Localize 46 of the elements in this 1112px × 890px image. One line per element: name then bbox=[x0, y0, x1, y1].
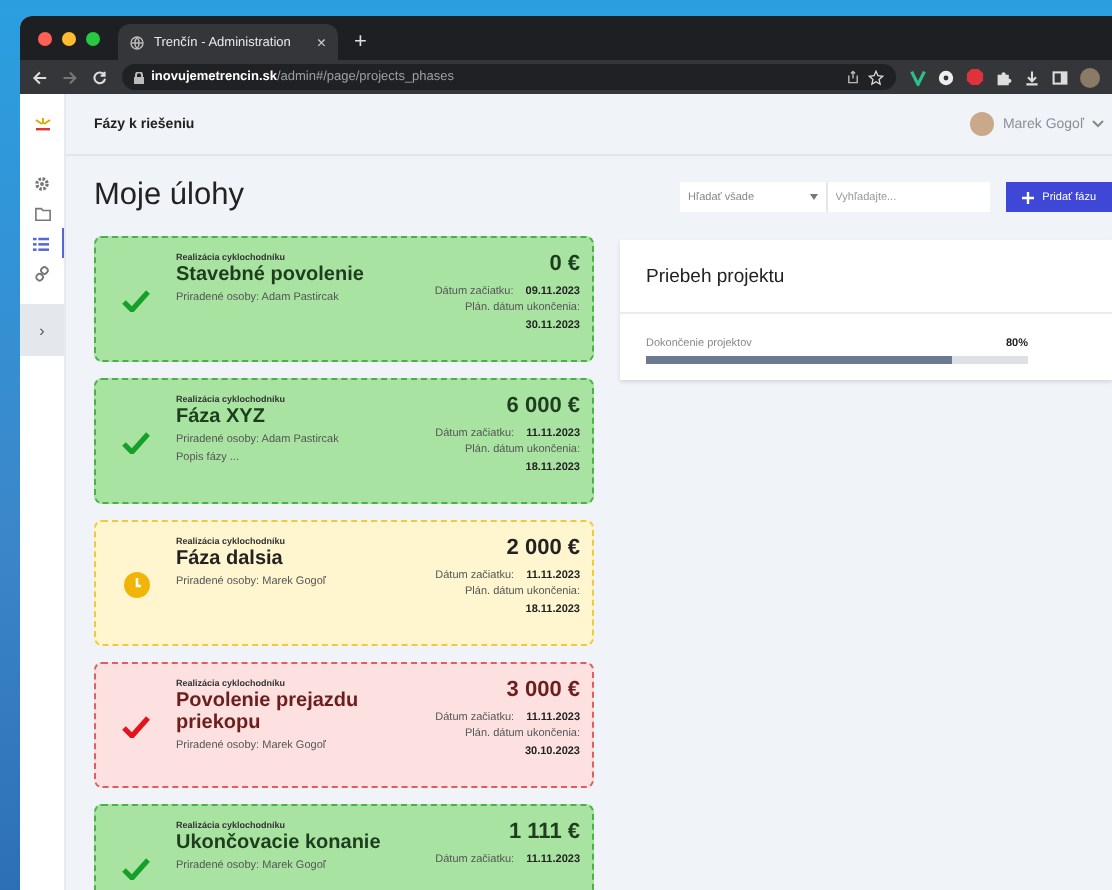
check-icon bbox=[122, 857, 150, 879]
link-icon[interactable] bbox=[34, 265, 50, 281]
globe-icon bbox=[130, 35, 144, 49]
phase-amount: 2 000 € bbox=[506, 536, 580, 560]
phase-amount: 1 111 € bbox=[509, 820, 580, 844]
minimize-window-icon[interactable] bbox=[62, 32, 76, 46]
clock-icon bbox=[123, 571, 149, 597]
download-icon[interactable] bbox=[1023, 69, 1040, 85]
close-window-icon[interactable] bbox=[38, 32, 52, 46]
phase-title: Ukončovacie konanie bbox=[176, 832, 383, 854]
phase-title: Stavebné povolenie bbox=[176, 264, 366, 286]
plus-icon bbox=[1022, 191, 1035, 203]
phase-title: Fáza XYZ bbox=[176, 406, 267, 428]
page-title: Moje úlohy bbox=[94, 178, 246, 214]
lock-icon bbox=[133, 71, 144, 83]
check-icon bbox=[122, 289, 150, 311]
panel-title: Priebeh projektu bbox=[620, 240, 1112, 314]
forward-icon[interactable] bbox=[61, 69, 78, 85]
phase-amount: 3 000 € bbox=[506, 678, 580, 702]
gear-icon[interactable] bbox=[34, 175, 50, 191]
chevron-down-icon bbox=[1092, 120, 1104, 128]
maximize-window-icon[interactable] bbox=[86, 32, 100, 46]
phase-title: Fáza dalsia bbox=[176, 548, 285, 570]
user-avatar bbox=[970, 112, 995, 136]
profile-avatar[interactable] bbox=[1079, 67, 1100, 87]
check-icon bbox=[122, 431, 150, 453]
reload-icon[interactable] bbox=[91, 69, 108, 85]
logo-icon[interactable] bbox=[33, 118, 51, 132]
close-tab-button[interactable]: × bbox=[316, 33, 326, 51]
list-icon[interactable] bbox=[32, 235, 50, 251]
phase-amount: 6 000 € bbox=[506, 394, 580, 418]
puzzle-icon[interactable] bbox=[995, 69, 1012, 85]
folder-icon[interactable] bbox=[33, 205, 51, 221]
share-icon[interactable] bbox=[845, 70, 860, 84]
phase-amount: 0 € bbox=[549, 252, 580, 276]
extension-icon[interactable] bbox=[937, 69, 954, 85]
v-extension-icon[interactable] bbox=[909, 69, 926, 85]
caret-icon bbox=[809, 194, 818, 200]
sidebar-toggle[interactable]: › bbox=[20, 304, 64, 356]
back-icon[interactable] bbox=[32, 69, 48, 85]
side-panel-icon[interactable] bbox=[1051, 69, 1068, 85]
new-tab-button[interactable]: + bbox=[354, 30, 367, 54]
adblock-icon[interactable] bbox=[965, 68, 984, 86]
check-icon bbox=[122, 715, 150, 737]
star-icon[interactable] bbox=[867, 69, 884, 85]
phase-title: Povolenie prejazdu priekopu bbox=[176, 690, 361, 734]
